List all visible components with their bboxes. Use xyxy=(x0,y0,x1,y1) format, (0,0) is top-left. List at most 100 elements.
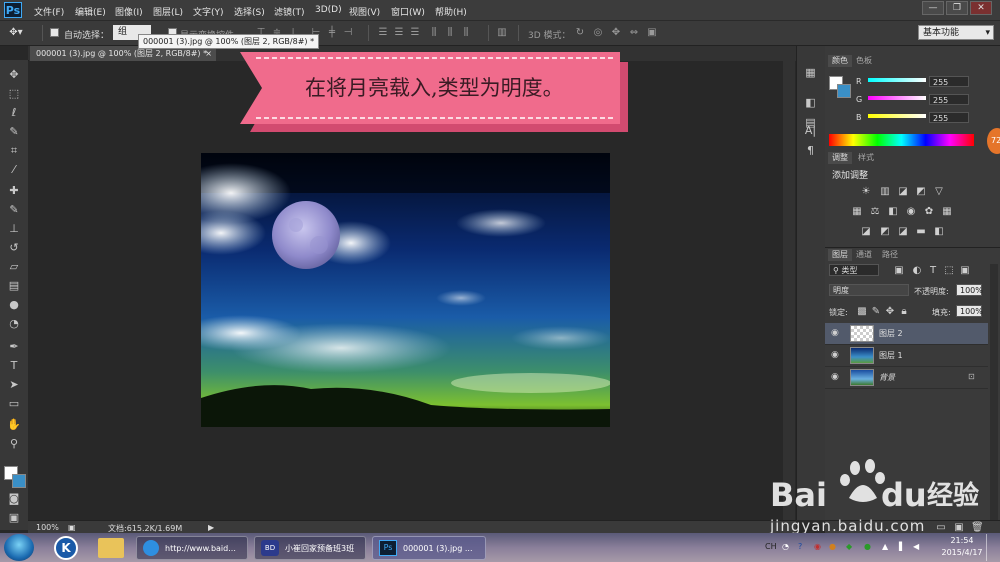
tab-swatches[interactable]: 色板 xyxy=(852,55,876,67)
rectangle-tool-icon[interactable]: ▭ xyxy=(7,397,21,411)
character-panel-icon[interactable]: A| xyxy=(803,124,818,138)
marquee-tool-icon[interactable]: ⬚ xyxy=(7,87,21,101)
eyedropper-tool-icon[interactable]: ⁄ xyxy=(7,163,21,177)
qq-tray-icon[interactable]: ● xyxy=(829,542,836,551)
color-lookup-icon[interactable]: ▦ xyxy=(941,206,953,217)
menu-3d[interactable]: 3D(D) xyxy=(315,5,342,15)
tray-icon[interactable]: ◔ xyxy=(782,542,789,551)
zoom-tool-icon[interactable]: ⚲ xyxy=(7,437,21,451)
brush-tool-icon[interactable]: ✎ xyxy=(7,203,21,217)
menu-file[interactable]: 文件(F) xyxy=(34,5,64,18)
status-menu-icon[interactable]: ▶ xyxy=(208,523,214,532)
menu-filter[interactable]: 滤镜(T) xyxy=(274,5,305,18)
tab-layers[interactable]: 图层 xyxy=(828,249,852,261)
menu-edit[interactable]: 编辑(E) xyxy=(75,5,106,18)
curves-icon[interactable]: ◪ xyxy=(897,186,909,197)
lock-position-icon[interactable]: ✥ xyxy=(884,306,896,317)
channel-b-value[interactable]: 255 xyxy=(929,112,969,123)
dodge-tool-icon[interactable]: ◔ xyxy=(7,317,21,331)
color-background-swatch[interactable] xyxy=(837,84,851,98)
clone-stamp-tool-icon[interactable]: ⊥ xyxy=(7,222,21,236)
visibility-eye-icon[interactable]: ◉ xyxy=(831,372,839,382)
hand-tool-icon[interactable]: ✋ xyxy=(7,418,21,432)
tab-channels[interactable]: 通道 xyxy=(852,249,876,261)
distribute-top-icon[interactable]: ☰ xyxy=(377,27,389,38)
filter-type-icon[interactable]: T xyxy=(927,265,939,276)
filter-shape-icon[interactable]: ⬚ xyxy=(943,265,955,276)
visibility-eye-icon[interactable]: ◉ xyxy=(831,350,839,360)
distribute-hcenter-icon[interactable]: ⫼ xyxy=(444,27,456,38)
type-tool-icon[interactable]: T xyxy=(7,359,21,373)
security-tray-icon[interactable]: ◆ xyxy=(846,542,852,551)
floating-badge[interactable]: 72 xyxy=(987,128,1000,154)
layer-row[interactable]: ◉ 图层 1 xyxy=(825,345,988,367)
layer-row[interactable]: ◉ 背景 ⊡ xyxy=(825,367,988,389)
channel-r-value[interactable]: 255 xyxy=(929,76,969,87)
blur-tool-icon[interactable]: ● xyxy=(7,298,21,312)
menu-window[interactable]: 窗口(W) xyxy=(391,5,425,18)
taskbar-photoshop[interactable]: Ps 000001 (3).jpg ... xyxy=(372,536,486,560)
lock-all-icon[interactable]: 🔒︎ xyxy=(898,306,910,317)
screen-mode-icon[interactable]: ▣ xyxy=(7,511,21,525)
3d-rotate-icon[interactable]: ↻ xyxy=(574,27,586,38)
background-color-swatch[interactable] xyxy=(12,474,26,488)
channel-g-slider[interactable] xyxy=(868,96,926,100)
black-white-icon[interactable]: ◧ xyxy=(887,206,899,217)
history-brush-tool-icon[interactable]: ↺ xyxy=(7,241,21,255)
restore-button[interactable]: ❐ xyxy=(946,1,968,15)
auto-align-icon[interactable]: ▥ xyxy=(496,27,508,38)
menu-view[interactable]: 视图(V) xyxy=(349,5,380,18)
path-select-tool-icon[interactable]: ➤ xyxy=(7,378,21,392)
align-hcenter-icon[interactable]: ╪ xyxy=(326,27,338,38)
vertical-scrollbar[interactable] xyxy=(783,61,795,520)
levels-icon[interactable]: ▥ xyxy=(879,186,891,197)
properties-panel-icon[interactable]: ◧ xyxy=(803,96,818,110)
history-panel-icon[interactable]: ▦ xyxy=(803,66,818,80)
invert-icon[interactable]: ◪ xyxy=(860,226,872,237)
move-tool-preset-icon[interactable]: ✥▾ xyxy=(6,27,26,38)
healing-brush-tool-icon[interactable]: ✚ xyxy=(7,184,21,198)
channel-mixer-icon[interactable]: ✿ xyxy=(923,206,935,217)
move-tool-icon[interactable]: ✥ xyxy=(7,68,21,82)
gradient-map-icon[interactable]: ▬ xyxy=(915,226,927,237)
lock-transparency-icon[interactable]: ▩ xyxy=(856,306,868,317)
eraser-tool-icon[interactable]: ▱ xyxy=(7,260,21,274)
filter-pixel-icon[interactable]: ▣ xyxy=(893,265,905,276)
3d-pan-icon[interactable]: ✥ xyxy=(610,27,622,38)
vibrance-icon[interactable]: ▽ xyxy=(933,186,945,197)
lock-pixels-icon[interactable]: ✎ xyxy=(870,306,882,317)
layer-name[interactable]: 背景 xyxy=(879,372,895,383)
zoom-readout[interactable]: 100% xyxy=(36,523,59,532)
layer-name[interactable]: 图层 1 xyxy=(879,350,903,361)
help-tray-icon[interactable]: ? xyxy=(798,542,802,551)
close-button[interactable]: ✕ xyxy=(970,1,992,15)
distribute-vcenter-icon[interactable]: ☰ xyxy=(393,27,405,38)
align-right-icon[interactable]: ⊣ xyxy=(342,27,354,38)
filter-adjustment-icon[interactable]: ◐ xyxy=(911,265,923,276)
layer-name[interactable]: 图层 2 xyxy=(879,328,903,339)
distribute-left-icon[interactable]: ⫼ xyxy=(428,27,440,38)
3d-slide-icon[interactable]: ⇔ xyxy=(628,27,640,38)
tab-adjustments[interactable]: 调整 xyxy=(828,152,852,164)
menu-select[interactable]: 选择(S) xyxy=(234,5,265,18)
opacity-input[interactable]: 100% xyxy=(956,284,983,296)
color-spectrum-ramp[interactable] xyxy=(829,134,974,146)
posterize-icon[interactable]: ◩ xyxy=(879,226,891,237)
menu-layer[interactable]: 图层(L) xyxy=(153,5,183,18)
workspace-dropdown[interactable]: 基本功能 ▾ xyxy=(918,25,994,40)
auto-select-checkbox[interactable] xyxy=(50,28,59,37)
start-button[interactable] xyxy=(4,534,34,561)
explorer-folder-icon[interactable] xyxy=(98,538,124,558)
k-app-icon[interactable]: K xyxy=(54,536,78,560)
channel-g-value[interactable]: 255 xyxy=(929,94,969,105)
selective-color-icon[interactable]: ◧ xyxy=(933,226,945,237)
minimize-button[interactable]: — xyxy=(922,1,944,15)
menu-image[interactable]: 图像(I) xyxy=(115,5,143,18)
volume-icon[interactable]: ◀ xyxy=(913,542,919,551)
visibility-eye-icon[interactable]: ◉ xyxy=(831,328,839,338)
channel-b-slider[interactable] xyxy=(868,114,926,118)
kind-filter-dropdown[interactable]: ⚲ 类型 xyxy=(829,264,879,276)
menu-type[interactable]: 文字(Y) xyxy=(193,5,224,18)
3d-roll-icon[interactable]: ◎ xyxy=(592,27,604,38)
tab-styles[interactable]: 样式 xyxy=(854,152,878,164)
